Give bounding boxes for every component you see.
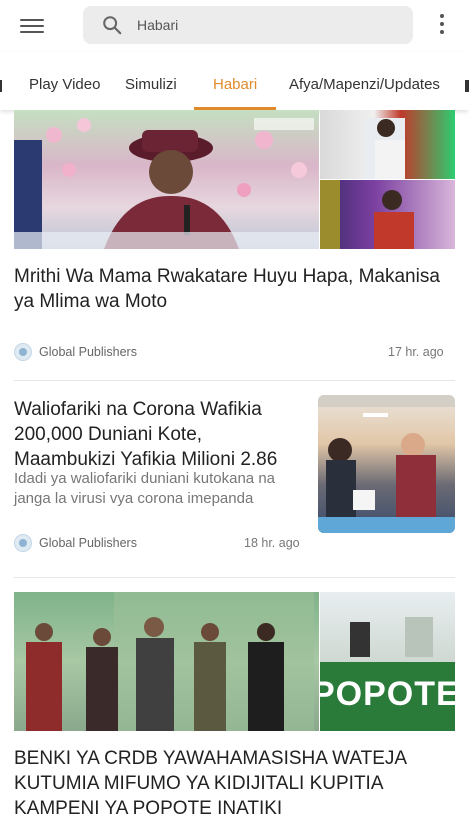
- more-options-icon[interactable]: [437, 14, 447, 38]
- category-tabs: Play Video Simulizi Habari Afya/Mapenzi/…: [0, 52, 469, 110]
- tab-play-video[interactable]: Play Video: [29, 76, 100, 93]
- article-card[interactable]: Waliofariki na Corona Wafikia 200,000 Du…: [0, 381, 469, 576]
- article-card[interactable]: POPOTE INATIKI BENKI YA CRDB YAWAHAMASIS…: [0, 578, 469, 819]
- tab-afya-mapenzi-updates[interactable]: Afya/Mapenzi/Updates: [289, 76, 440, 93]
- article-headline[interactable]: Waliofariki na Corona Wafikia 200,000 Du…: [14, 397, 304, 472]
- article-source: Global Publishers: [39, 345, 137, 359]
- article-image: [14, 110, 319, 249]
- article-card[interactable]: Mrithi Wa Mama Rwakatare Huyu Hapa, Maka…: [0, 110, 469, 378]
- article-source: Global Publishers: [39, 536, 137, 550]
- tab-habari[interactable]: Habari: [213, 76, 257, 93]
- search-bar[interactable]: Habari: [83, 6, 413, 44]
- publisher-logo-icon: [14, 534, 32, 552]
- tab-simulizi[interactable]: Simulizi: [125, 76, 177, 93]
- search-input[interactable]: Habari: [137, 17, 178, 33]
- article-thumbnail: POPOTE INATIKI: [320, 592, 455, 731]
- article-headline[interactable]: Mrithi Wa Mama Rwakatare Huyu Hapa, Maka…: [14, 264, 454, 314]
- hamburger-menu-icon[interactable]: [20, 16, 44, 36]
- article-image: [14, 592, 319, 731]
- article-time: 18 hr. ago: [244, 536, 300, 550]
- article-thumbnail-top: [320, 110, 455, 179]
- article-time: 17 hr. ago: [388, 345, 444, 359]
- article-summary: Idadi ya waliofariki duniani kutokana na…: [14, 470, 275, 507]
- tab-partial-right: [465, 80, 469, 92]
- search-icon: [103, 16, 122, 35]
- tab-partial-left: [0, 80, 2, 92]
- banner-text: POPOTE INATIKI: [320, 675, 455, 713]
- publisher-logo-icon: [14, 343, 32, 361]
- app-bar: Habari: [0, 0, 469, 52]
- article-headline[interactable]: BENKI YA CRDB YAWAHAMASISHA WATEJA KUTUM…: [14, 746, 454, 821]
- article-thumbnail: [318, 395, 455, 533]
- article-thumbnail-bottom: [320, 180, 455, 249]
